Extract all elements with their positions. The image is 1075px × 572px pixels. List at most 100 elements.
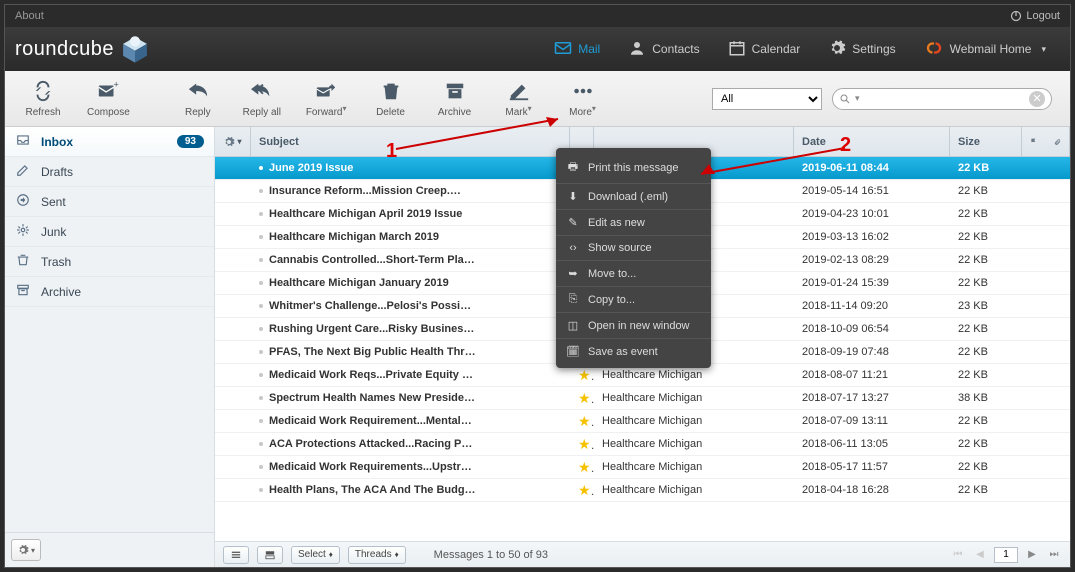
- page-next[interactable]: ▶: [1024, 549, 1040, 560]
- menu-download-eml[interactable]: ⬇Download (.eml): [556, 184, 711, 210]
- read-dot-icon: [259, 258, 263, 262]
- annotation-label-1: 1: [386, 140, 397, 163]
- star-icon: ★: [578, 436, 594, 452]
- threads-menu[interactable]: Threads ♦: [348, 546, 406, 564]
- star-toggle[interactable]: ★: [570, 459, 594, 476]
- compose-button-icon: +: [95, 80, 121, 105]
- message-row[interactable]: Medicaid Work Requirement...Mental… ★ He…: [215, 410, 1070, 433]
- star-toggle[interactable]: ★: [570, 482, 594, 499]
- scope-select[interactable]: All: [712, 88, 822, 110]
- sidebar-item-sent[interactable]: Sent: [5, 187, 214, 217]
- search-input[interactable]: [864, 93, 1025, 105]
- menu-open-new[interactable]: ◫Open in new window: [556, 313, 711, 339]
- read-dot-icon: [259, 350, 263, 354]
- message-row[interactable]: ACA Protections Attacked...Racing P… ★ H…: [215, 433, 1070, 456]
- read-dot-icon: [259, 442, 263, 446]
- star-toggle[interactable]: ★: [570, 436, 594, 453]
- message-row[interactable]: Spectrum Health Names New Preside… ★ Hea…: [215, 387, 1070, 410]
- refresh-button-icon: [30, 80, 56, 105]
- reply-button[interactable]: Reply: [178, 80, 218, 118]
- header-subject[interactable]: Subject: [251, 127, 570, 156]
- annotation-label-2: 2: [840, 134, 851, 157]
- menu-show-source[interactable]: ‹›Show source: [556, 236, 711, 261]
- star-toggle[interactable]: ★: [570, 390, 594, 407]
- inbox-icon: [15, 133, 31, 150]
- search-box[interactable]: ▾ ✕: [832, 88, 1052, 110]
- source-icon: ‹›: [566, 242, 580, 254]
- mark-button-icon: [506, 80, 532, 105]
- read-dot-icon: [259, 235, 263, 239]
- message-row[interactable]: Medicaid Work Requirements...Upstr… ★ He…: [215, 456, 1070, 479]
- compose-button[interactable]: +Compose: [87, 80, 130, 118]
- page-input[interactable]: [994, 547, 1018, 563]
- clear-search-icon[interactable]: ✕: [1029, 91, 1045, 107]
- nav-mail[interactable]: Mail: [540, 27, 614, 71]
- sidebar-item-junk[interactable]: Junk: [5, 217, 214, 247]
- move-icon: ➥: [566, 267, 580, 280]
- svg-text:+: +: [114, 80, 119, 89]
- reply-all-button[interactable]: Reply all: [242, 80, 282, 118]
- app-logo: roundcube: [15, 32, 152, 66]
- star-icon: ★: [578, 367, 594, 383]
- contacts-icon: [628, 39, 646, 60]
- junk-icon: [15, 223, 31, 240]
- folder-settings-button[interactable]: ▾: [11, 539, 41, 561]
- gear-icon: [17, 544, 29, 556]
- nav-contacts[interactable]: Contacts: [614, 27, 713, 71]
- star-toggle[interactable]: ★: [570, 413, 594, 430]
- more-button-icon: [570, 80, 596, 105]
- delete-button[interactable]: Delete: [371, 80, 411, 118]
- header-size[interactable]: Size: [950, 127, 1022, 156]
- copy-icon: ⎘: [566, 293, 580, 306]
- read-dot-icon: [259, 304, 263, 308]
- menu-print[interactable]: 🖶Print this message: [556, 152, 711, 184]
- settings-icon: [828, 39, 846, 60]
- mark-button[interactable]: Mark▾: [499, 80, 539, 118]
- menu-copy[interactable]: ⎘Copy to...: [556, 287, 711, 313]
- logout-link[interactable]: Logout: [1010, 10, 1060, 22]
- forward-button[interactable]: Forward▾: [306, 80, 347, 118]
- read-dot-icon: [259, 488, 263, 492]
- menu-move[interactable]: ➥Move to...: [556, 261, 711, 287]
- drafts-icon: [15, 163, 31, 180]
- cpanel-icon: [924, 39, 944, 60]
- menu-edit-as-new[interactable]: ✎Edit as new: [556, 210, 711, 236]
- nav-webmail-home[interactable]: Webmail Home▾: [910, 27, 1060, 71]
- sidebar-item-trash[interactable]: Trash: [5, 247, 214, 277]
- read-dot-icon: [259, 327, 263, 331]
- read-dot-icon: [259, 212, 263, 216]
- header-flag[interactable]: [1022, 127, 1046, 156]
- read-dot-icon: [259, 419, 263, 423]
- page-prev[interactable]: ◀: [972, 549, 988, 560]
- read-dot-icon: [259, 373, 263, 377]
- nav-calendar[interactable]: Calendar: [714, 27, 815, 71]
- list-summary: Messages 1 to 50 of 93: [434, 549, 548, 561]
- select-menu[interactable]: Select ♦: [291, 546, 340, 564]
- mail-icon: [554, 39, 572, 60]
- archive-button[interactable]: Archive: [435, 80, 475, 118]
- sidebar-item-drafts[interactable]: Drafts: [5, 157, 214, 187]
- page-last[interactable]: ⏭: [1046, 549, 1062, 560]
- menu-save-event[interactable]: 🗓Save as event: [556, 339, 711, 364]
- message-row[interactable]: Health Plans, The ACA And The Budg… ★ He…: [215, 479, 1070, 502]
- header-date[interactable]: Date: [794, 127, 950, 156]
- search-icon: [839, 93, 851, 105]
- page-first[interactable]: ⏮: [950, 549, 966, 560]
- sidebar-item-inbox[interactable]: Inbox93: [5, 127, 214, 157]
- refresh-button[interactable]: Refresh: [23, 80, 63, 118]
- preview-mode-button[interactable]: [257, 546, 283, 564]
- sidebar-item-archive[interactable]: Archive: [5, 277, 214, 307]
- header-attachment[interactable]: [1046, 127, 1070, 156]
- read-dot-icon: [259, 166, 263, 170]
- forward-button-icon: [313, 80, 339, 105]
- calendar-icon: [728, 39, 746, 60]
- archive-button-icon: [442, 80, 468, 105]
- list-options-button[interactable]: ▾: [215, 127, 251, 156]
- nav-settings[interactable]: Settings: [814, 27, 909, 71]
- about-link[interactable]: About: [15, 10, 44, 22]
- archive-folder-icon: [15, 283, 31, 300]
- star-toggle[interactable]: ★: [570, 367, 594, 384]
- reply-all-button-icon: [249, 80, 275, 105]
- list-mode-button[interactable]: [223, 546, 249, 564]
- more-button[interactable]: More▾: [563, 80, 603, 118]
